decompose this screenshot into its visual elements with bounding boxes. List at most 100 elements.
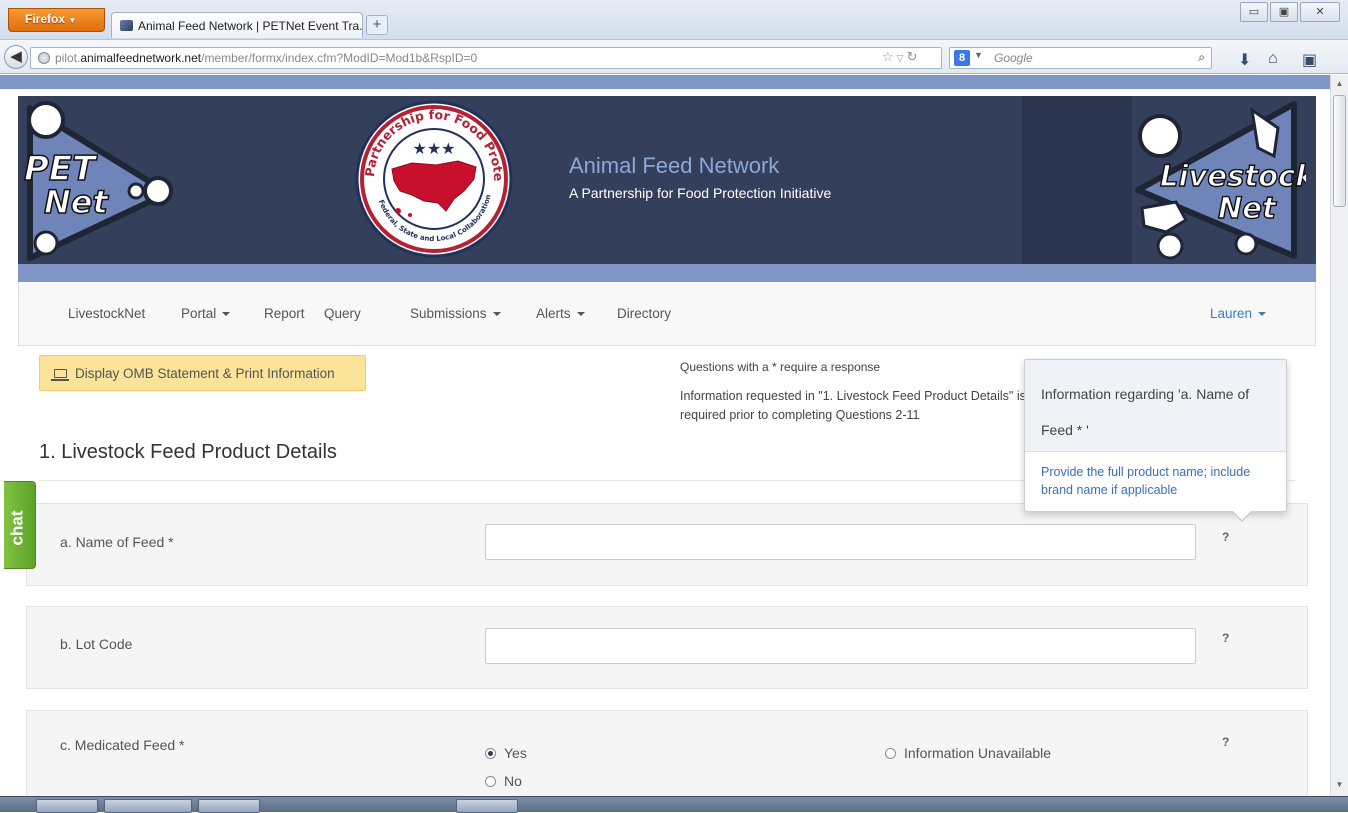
- nav-report[interactable]: Report: [264, 306, 305, 321]
- close-window-button[interactable]: ✕: [1300, 2, 1340, 22]
- site-subtitle: A Partnership for Food Protection Initia…: [569, 185, 832, 201]
- back-arrow-icon[interactable]: ◀: [4, 45, 28, 69]
- top-accent-strip: [0, 75, 1330, 89]
- tab-animal-feed-network[interactable]: Animal Feed Network | PETNet Event Tra..…: [111, 12, 363, 38]
- search-placeholder: Google: [994, 51, 1033, 65]
- nav-alerts[interactable]: Alerts: [536, 306, 585, 321]
- scrollbar-thumb[interactable]: [1333, 95, 1346, 207]
- url-bar[interactable]: pilot.animalfeednetwork.net/member/formx…: [30, 47, 942, 69]
- browser-toolbar: ◀ pilot.animalfeednetwork.net/member/for…: [0, 40, 1348, 74]
- home-icon[interactable]: ⌂: [1268, 50, 1278, 68]
- chevron-down-icon: ▼: [68, 16, 77, 25]
- medicated-unavailable-radio[interactable]: Information Unavailable: [885, 745, 1051, 761]
- nav-portal-label: Portal: [181, 306, 217, 321]
- medicated-yes-radio[interactable]: Yes: [485, 745, 527, 761]
- firefox-menu-button[interactable]: Firefox ▼: [8, 8, 105, 32]
- taskbar-item[interactable]: [104, 799, 192, 813]
- nav-alerts-label: Alerts: [536, 306, 571, 321]
- banner-accent-strip: [18, 264, 1316, 282]
- os-taskbar: [0, 796, 1348, 813]
- popover-arrow: [1232, 511, 1252, 522]
- caret-down-icon: [222, 312, 231, 317]
- medicated-unavailable-label: Information Unavailable: [904, 745, 1052, 761]
- nav-query[interactable]: Query: [324, 306, 361, 321]
- livestocknet-logo[interactable]: Livestock Net: [1126, 98, 1306, 268]
- globe-icon: [38, 52, 50, 64]
- main-navigation: LivestockNet Portal Report Query Submiss…: [18, 282, 1316, 346]
- site-banner: PET Net Partnership for Food Protection …: [18, 96, 1316, 282]
- help-question-icon[interactable]: ?: [1222, 735, 1229, 749]
- nav-user-label: Lauren: [1210, 306, 1253, 321]
- bookmark-star-icon[interactable]: ☆: [882, 49, 897, 64]
- help-popover: Information regarding 'a. Name of Feed *…: [1024, 359, 1287, 522]
- site-favicon-icon: [120, 20, 133, 31]
- petnet-logo-text-2: Net: [44, 183, 109, 221]
- lot-code-label: b. Lot Code: [60, 636, 133, 652]
- page-scrollbar[interactable]: ▲ ▼: [1330, 75, 1348, 796]
- display-omb-button-label: Display OMB Statement & Print Informatio…: [75, 366, 335, 381]
- new-tab-button[interactable]: +: [366, 15, 388, 35]
- livestock-logo-text-2: Net: [1218, 191, 1277, 225]
- search-bar[interactable]: 8 ▼ Google ⌕: [949, 47, 1212, 69]
- taskbar-item[interactable]: [456, 799, 518, 813]
- name-of-feed-input[interactable]: [485, 524, 1196, 560]
- scroll-down-icon[interactable]: ▼: [1333, 780, 1346, 792]
- medicated-yes-label: Yes: [504, 745, 527, 761]
- popover-body: Provide the full product name; include b…: [1041, 465, 1251, 497]
- scroll-up-icon[interactable]: ▲: [1333, 79, 1346, 91]
- nav-submissions[interactable]: Submissions: [410, 306, 501, 321]
- petnet-logo[interactable]: PET Net: [18, 98, 188, 268]
- addon-menu-icon[interactable]: ▣: [1302, 50, 1317, 70]
- web-page: PET Net Partnership for Food Protection …: [0, 75, 1330, 796]
- url-prefix: pilot.: [55, 51, 81, 65]
- laptop-icon: [51, 369, 69, 381]
- livestock-logo-text-1: Livestock: [1160, 159, 1306, 193]
- taskbar-item[interactable]: [36, 799, 98, 813]
- url-actions: ☆▽↻: [882, 49, 920, 65]
- download-arrow-icon[interactable]: ⬇: [1238, 50, 1251, 70]
- window-controls: ▭ ▣ ✕: [1238, 2, 1340, 22]
- browser-titlebar: Firefox ▼ Animal Feed Network | PETNet E…: [0, 0, 1348, 40]
- name-of-feed-label: a. Name of Feed *: [60, 534, 174, 550]
- nav-directory[interactable]: Directory: [617, 306, 671, 321]
- caret-down-icon: [1258, 312, 1267, 317]
- engine-dropdown-icon[interactable]: ▼: [974, 50, 983, 60]
- nav-submissions-label: Submissions: [410, 306, 487, 321]
- firefox-menu-label: Firefox: [25, 12, 66, 26]
- question-panel-lot-code: b. Lot Code ?: [26, 606, 1308, 689]
- caret-down-icon: [576, 312, 585, 317]
- info-note: Information requested in "1. Livestock F…: [680, 389, 1026, 422]
- taskbar-item[interactable]: [198, 799, 260, 813]
- tab-title: Animal Feed Network | PETNet Event Tra..…: [138, 19, 363, 33]
- chat-label: chat: [7, 510, 27, 546]
- reload-icon[interactable]: ↻: [907, 49, 921, 64]
- history-dropdown-icon[interactable]: ▽: [897, 53, 907, 63]
- nav-user-menu[interactable]: Lauren: [1210, 306, 1267, 321]
- display-omb-button[interactable]: Display OMB Statement & Print Informatio…: [39, 355, 366, 391]
- medicated-feed-label: c. Medicated Feed *: [60, 737, 185, 753]
- help-question-icon[interactable]: ?: [1222, 530, 1229, 544]
- minimize-button[interactable]: ▭: [1240, 2, 1268, 22]
- star-icon: ★★★: [412, 141, 455, 158]
- radio-unchecked-icon: [885, 748, 896, 759]
- google-engine-icon[interactable]: 8: [954, 50, 970, 66]
- section-title: 1. Livestock Feed Product Details: [39, 441, 337, 463]
- chat-button[interactable]: chat: [4, 481, 36, 569]
- radio-unchecked-icon: [485, 776, 496, 787]
- help-question-icon[interactable]: ?: [1222, 631, 1229, 645]
- popover-title: Information regarding 'a. Name of Feed *…: [1025, 360, 1286, 452]
- required-note: Questions with a * require a response: [680, 360, 881, 374]
- partnership-seal-logo[interactable]: Partnership for Food Protection Federal,…: [354, 99, 514, 259]
- url-host: animalfeednetwork.net: [80, 51, 202, 65]
- radio-checked-icon: [485, 748, 496, 759]
- banner-dark-panel: [1022, 96, 1132, 264]
- url-path: /member/formx/index.cfm?ModID=Mod1b&RspI…: [201, 51, 478, 65]
- lot-code-input[interactable]: [485, 628, 1196, 664]
- medicated-no-radio[interactable]: No: [485, 773, 522, 789]
- nav-livestocknet[interactable]: LivestockNet: [68, 306, 145, 321]
- question-panel-medicated-feed: c. Medicated Feed * Yes No Information U…: [26, 710, 1308, 796]
- nav-portal[interactable]: Portal: [181, 306, 231, 321]
- search-icon[interactable]: ⌕: [1198, 50, 1205, 65]
- caret-down-icon: [492, 312, 501, 317]
- maximize-button[interactable]: ▣: [1270, 2, 1298, 22]
